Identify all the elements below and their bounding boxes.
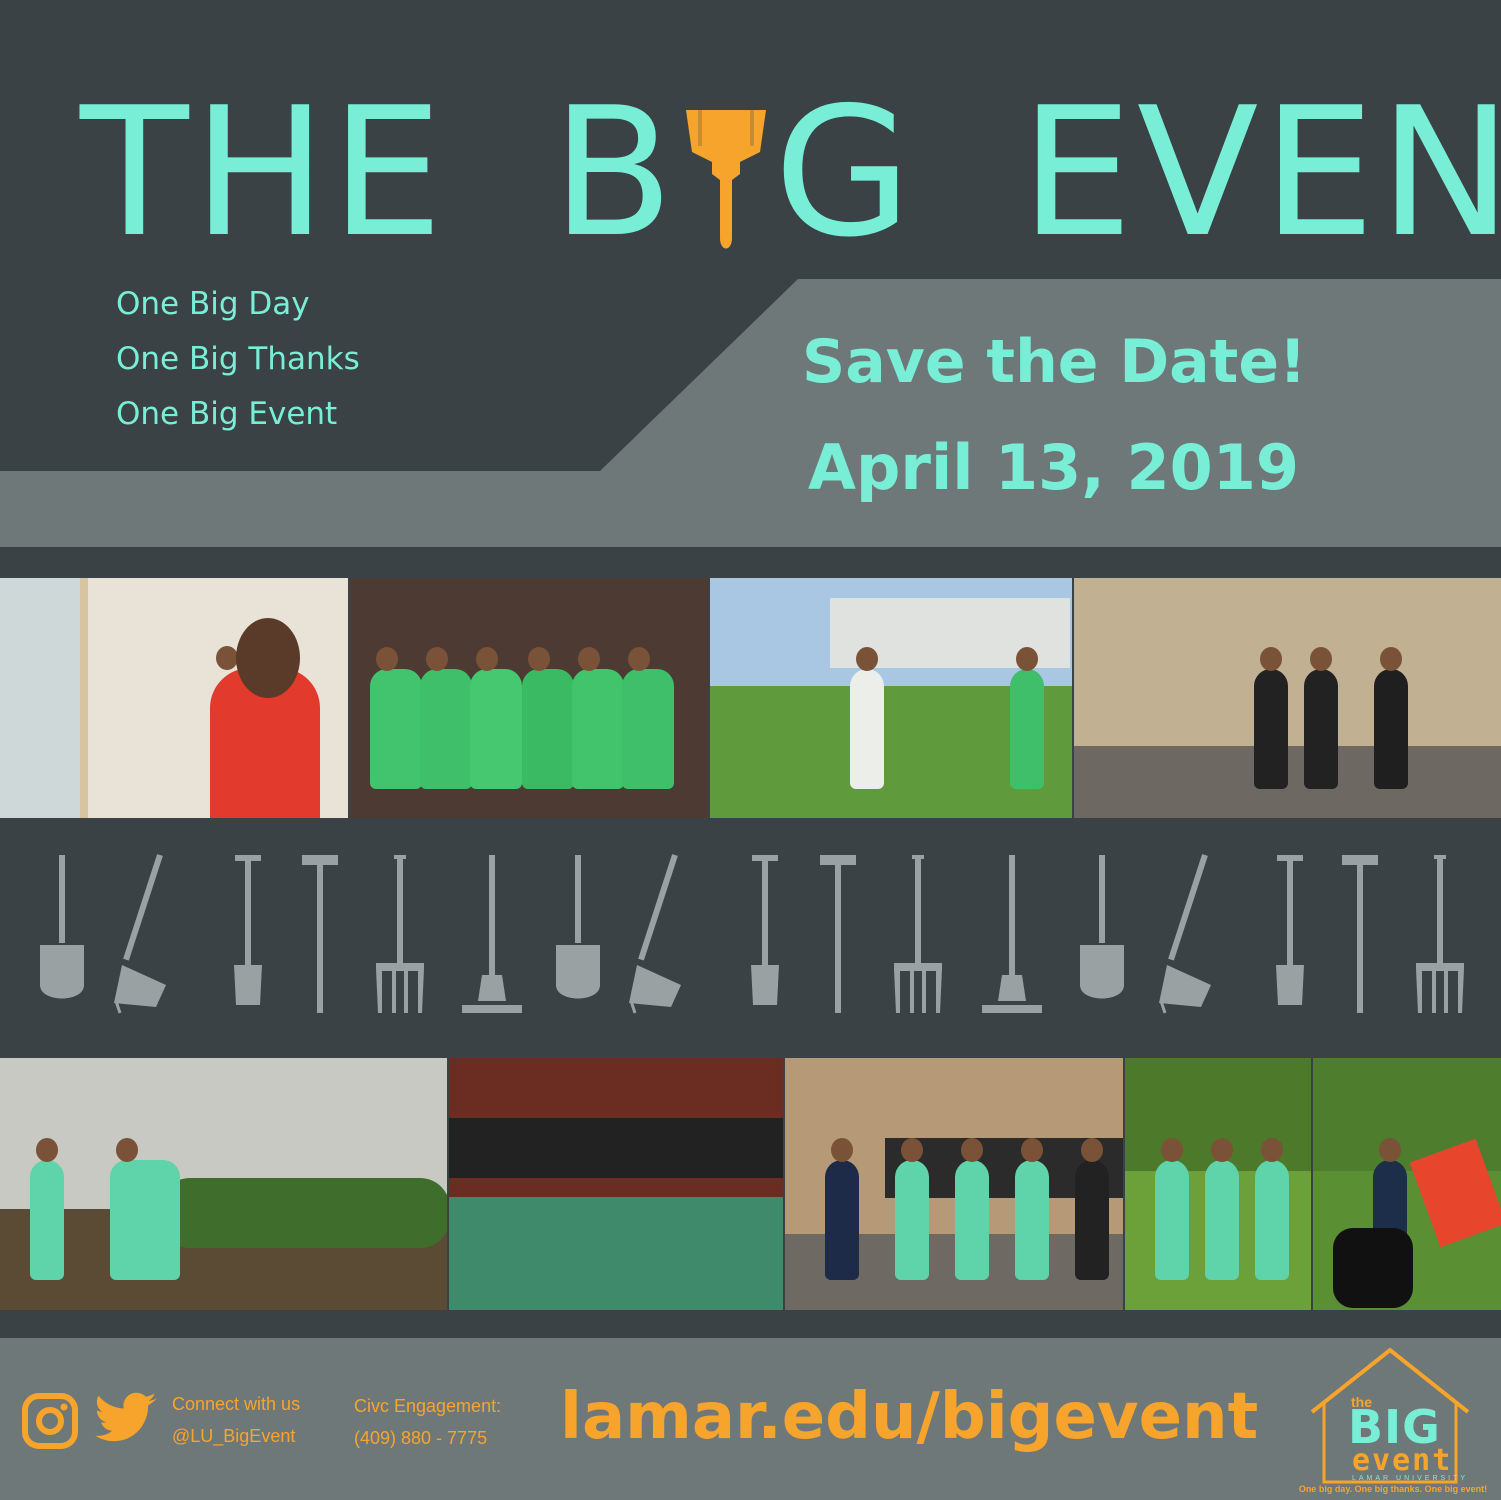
pitchfork-icon: [1416, 855, 1464, 1013]
event-title: THE B G EVENT: [80, 69, 1501, 276]
tagline: One Big Event: [116, 396, 338, 432]
tagline: One Big Day: [116, 286, 310, 322]
rake-icon: [629, 854, 681, 1014]
shovel-icon: [556, 855, 600, 999]
connect-label: Connect with us: [172, 1394, 301, 1414]
rake-icon: [1159, 854, 1211, 1014]
logo-university: LAMAR UNIVERSITY: [1352, 1475, 1469, 1482]
hammer-icon: [1342, 855, 1378, 1013]
civic-block: Civc Engagement: (409) 880 - 7775: [354, 1390, 501, 1454]
taglines: One Big Day One Big Thanks One Big Event: [116, 282, 360, 447]
hoe-icon: [982, 855, 1042, 1013]
pitchfork-icon: [376, 855, 424, 1013]
hammer-icon: [820, 855, 856, 1013]
photo-interior-cleanup: [1074, 578, 1501, 818]
title-letter-g: G: [773, 69, 916, 276]
save-the-date: Save the Date!: [802, 327, 1307, 397]
civic-label: Civc Engagement:: [354, 1396, 502, 1416]
rake-icon: [114, 854, 166, 1014]
photo-painting-wall: [0, 578, 348, 818]
tagline: One Big Thanks: [116, 341, 360, 377]
photo-group-building: [785, 1058, 1123, 1310]
title-word-the: THE: [80, 69, 448, 276]
hoe-icon: [462, 855, 522, 1013]
poster: THE B G EVENT One Big Day One Big Thanks…: [0, 0, 1501, 1500]
tools-strip: [40, 854, 1464, 1014]
photo-group-rollers: [350, 578, 708, 818]
photo-raking: [1313, 1058, 1501, 1310]
photo-gardening: [0, 1058, 447, 1310]
instagram-icon[interactable]: [22, 1393, 78, 1449]
twitter-icon[interactable]: [94, 1390, 160, 1446]
shovel-icon: [1080, 855, 1124, 999]
connect-block: Connect with us @LU_BigEvent: [172, 1388, 300, 1452]
website-link[interactable]: lamar.edu/bigevent: [560, 1372, 1258, 1462]
civic-phone[interactable]: (409) 880 - 7775: [354, 1422, 501, 1454]
social-handle[interactable]: @LU_BigEvent: [172, 1420, 300, 1452]
spade-icon: [751, 855, 779, 1005]
title-letter-b: B: [551, 69, 678, 276]
photo-yard-work: [710, 578, 1072, 818]
logo-event: event: [1352, 1443, 1453, 1478]
photo-kickoff-gym: [449, 1058, 783, 1310]
spade-icon: [1276, 855, 1304, 1005]
spade-icon: [234, 855, 262, 1005]
event-date: April 13, 2019: [808, 431, 1300, 504]
photo-park-group: [1125, 1058, 1311, 1310]
paintbrush-icon: [680, 88, 772, 258]
hammer-icon: [302, 855, 338, 1013]
logo-tagline: One big day. One big thanks. One big eve…: [1298, 1484, 1488, 1494]
shovel-icon: [40, 855, 84, 999]
pitchfork-icon: [894, 855, 942, 1013]
title-word-event: EVENT: [1020, 69, 1501, 276]
